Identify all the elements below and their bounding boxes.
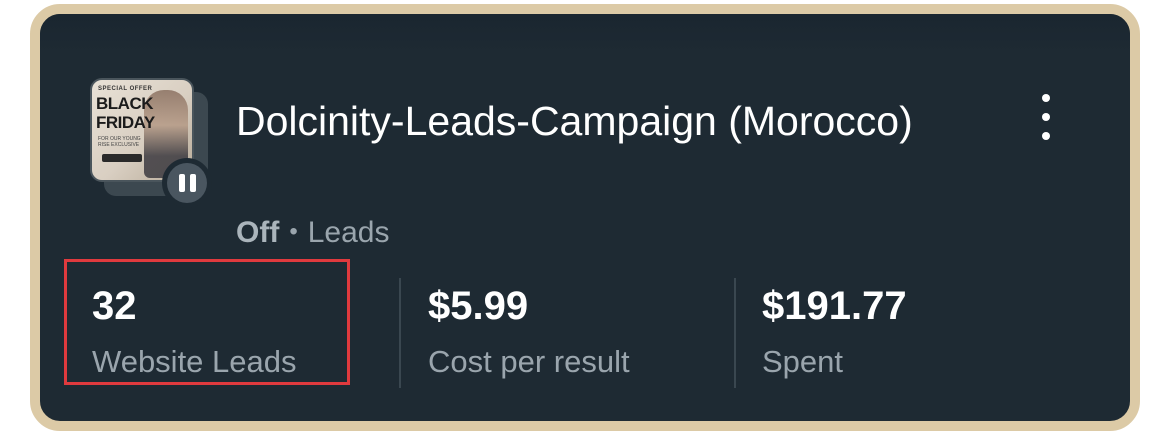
- pause-status-badge: [162, 158, 212, 208]
- card-top-shade: [40, 14, 1130, 54]
- pause-bar-left: [178, 174, 185, 192]
- creative-headline-line1: BLACK: [96, 94, 154, 113]
- creative-badge-text: SPECIAL OFFER: [98, 86, 153, 92]
- metric-label: Spent: [762, 344, 844, 379]
- campaign-status: Off: [236, 216, 280, 249]
- subtitle-separator: •: [289, 218, 298, 245]
- metric-spent[interactable]: $191.77 Spent: [762, 282, 907, 382]
- pause-bar-right: [189, 174, 196, 192]
- campaign-thumbnail[interactable]: SPECIAL OFFER BLACK FRIDAY FOR OUR YOUNG…: [90, 78, 220, 208]
- kebab-dot-bottom: [1042, 132, 1050, 140]
- creative-cta-bar: [102, 154, 142, 162]
- highlight-annotation-box: [64, 259, 350, 385]
- metric-value: $5.99: [428, 284, 529, 328]
- kebab-dot-top: [1042, 94, 1050, 102]
- pause-icon: [167, 163, 207, 203]
- metric-cost-per-result[interactable]: $5.99 Cost per result: [428, 282, 630, 382]
- metric-divider: [734, 278, 736, 388]
- campaign-title[interactable]: Dolcinity-Leads-Campaign (Morocco): [236, 90, 996, 152]
- creative-headline-line2: FRIDAY: [96, 113, 155, 132]
- more-vertical-icon[interactable]: [1034, 94, 1058, 140]
- campaign-subtitle: Off • Leads: [236, 214, 389, 251]
- campaign-objective: Leads: [307, 216, 390, 249]
- metric-label: Cost per result: [428, 344, 630, 379]
- kebab-dot-middle: [1042, 113, 1050, 121]
- campaign-card[interactable]: SPECIAL OFFER BLACK FRIDAY FOR OUR YOUNG…: [30, 4, 1140, 431]
- metric-value: $191.77: [762, 284, 907, 328]
- metric-divider: [399, 278, 401, 388]
- creative-subtext: FOR OUR YOUNG RISE EXCLUSIVE: [98, 136, 141, 148]
